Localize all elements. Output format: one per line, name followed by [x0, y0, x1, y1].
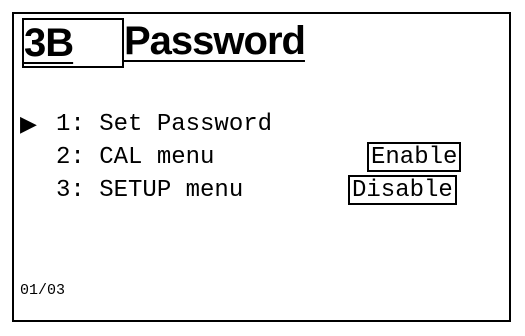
menu-list: ▶ 1: Set Password 2: CAL menu Enable 3: … [20, 108, 480, 207]
page-indicator: 01/03 [20, 282, 66, 299]
menu-item-cal-menu[interactable]: 2: CAL menu Enable [20, 141, 480, 174]
menu-item-label: 2: CAL menu [56, 144, 215, 171]
setup-menu-value[interactable]: Disable [348, 175, 457, 205]
menu-item-setup-menu[interactable]: 3: SETUP menu Disable [20, 174, 480, 207]
screen-id: ​3B [24, 21, 74, 65]
screen-id-box: ​3B [22, 18, 124, 68]
menu-item-label: 1: Set Password [56, 111, 273, 138]
selection-cursor-icon: ▶ [20, 112, 37, 137]
page-title: Password [124, 19, 306, 63]
screen-header: ​3B Password [22, 18, 472, 68]
menu-item-set-password[interactable]: ▶ 1: Set Password [20, 108, 480, 141]
cal-menu-value[interactable]: Enable [367, 142, 462, 172]
menu-item-label: 3: SETUP menu [56, 177, 244, 204]
